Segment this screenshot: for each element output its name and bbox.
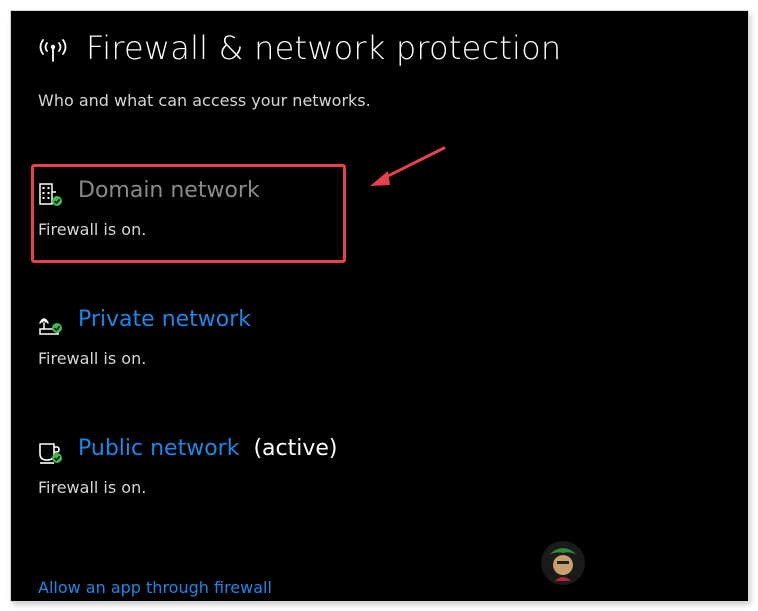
private-home-network-icon — [39, 318, 62, 335]
public-network-status: Firewall is on. — [38, 478, 147, 497]
page-title: Firewall & network protection — [86, 29, 562, 67]
public-coffee-cup-icon — [39, 443, 62, 464]
annotation-arrow-icon — [370, 146, 446, 186]
page-subtitle: Who and what can access your networks. — [38, 91, 371, 110]
private-network-link[interactable]: Private network — [78, 307, 251, 332]
watermark-logo-icon — [541, 541, 585, 585]
domain-network-highlight-box — [31, 164, 346, 263]
firewall-window: Firewall & network protection Who and wh… — [11, 11, 748, 601]
public-network-label[interactable]: Public network — [78, 436, 239, 461]
allow-app-through-firewall-link[interactable]: Allow an app through firewall — [38, 578, 272, 597]
active-badge: (active) — [253, 436, 338, 461]
public-network-link[interactable]: Public network (active) — [78, 436, 338, 461]
private-network-status: Firewall is on. — [38, 349, 147, 368]
wireless-signal-icon — [39, 39, 67, 62]
